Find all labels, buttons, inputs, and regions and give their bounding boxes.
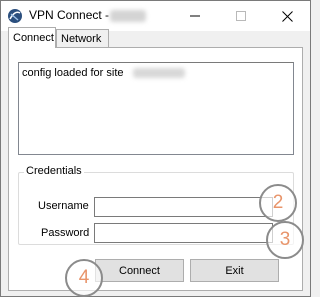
- connect-button[interactable]: Connect: [95, 259, 184, 282]
- credentials-group: Credentials Username Password: [18, 165, 294, 245]
- tab-connect[interactable]: Connect: [8, 27, 56, 48]
- maximize-button[interactable]: [218, 1, 264, 31]
- username-input[interactable]: [94, 197, 273, 217]
- credentials-group-label: Credentials: [24, 165, 84, 177]
- vpn-app-icon: [8, 9, 22, 23]
- connect-tab-panel: config loaded for site Credentials Usern…: [8, 47, 303, 291]
- redacted-title-suffix: [110, 10, 146, 22]
- close-icon: [281, 10, 293, 22]
- exit-button[interactable]: Exit: [190, 259, 279, 282]
- close-button[interactable]: [264, 1, 310, 31]
- password-input[interactable]: [94, 223, 273, 243]
- username-label: Username: [38, 200, 89, 212]
- password-label: Password: [41, 227, 90, 239]
- vpn-connect-window: VPN Connect - Connect Network config loa…: [0, 0, 311, 297]
- tab-network[interactable]: Network: [56, 29, 109, 47]
- minimize-icon: [190, 15, 200, 17]
- maximize-icon: [236, 11, 246, 21]
- status-log[interactable]: config loaded for site: [18, 62, 294, 155]
- minimize-button[interactable]: [172, 1, 218, 31]
- step-marker-3: 3: [266, 221, 304, 259]
- redacted-site-name: [133, 68, 185, 78]
- step-marker-2: 2: [259, 184, 297, 222]
- log-line: config loaded for site: [22, 67, 124, 79]
- window-title: VPN Connect -: [29, 8, 110, 22]
- step-marker-4: 4: [65, 259, 103, 297]
